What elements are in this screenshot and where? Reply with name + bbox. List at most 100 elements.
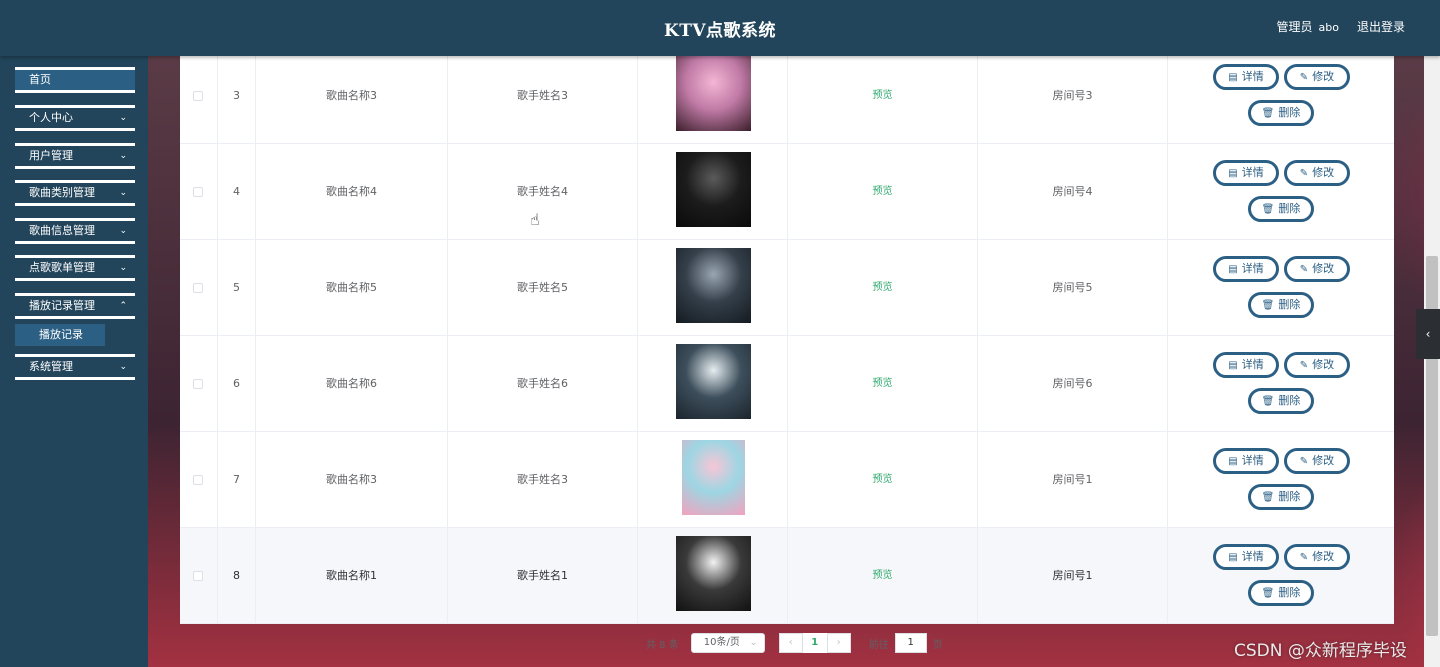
song-name: 歌曲名称1 (326, 569, 377, 582)
room-number: 房间号1 (1052, 569, 1093, 582)
sidebar-item-song-categories[interactable]: 歌曲类别管理 ⌄ (15, 180, 135, 206)
trash-icon: 🗑 (1261, 204, 1275, 215)
chevron-left-icon: ‹ (1425, 327, 1431, 341)
detail-button[interactable]: ▤ 详情 (1213, 160, 1279, 186)
preview-link[interactable]: 预览 (788, 378, 977, 390)
table-row: 3 歌曲名称3 歌手姓名3 预览 房间号3 ▤ 详情 ✎ 修改 🗑 删除 (180, 48, 1394, 144)
row-index: 5 (233, 281, 240, 294)
detail-button[interactable]: ▤ 详情 (1213, 352, 1279, 378)
edit-button[interactable]: ✎ 修改 (1284, 544, 1350, 570)
sidebar-item-label: 用户管理 (29, 149, 73, 162)
logout-link[interactable]: 退出登录 (1357, 18, 1405, 35)
sidebar-item-system[interactable]: 系统管理 ⌄ (15, 354, 135, 380)
row-checkbox[interactable] (193, 187, 203, 197)
table-row: 8 歌曲名称1 歌手姓名1 预览 房间号1 ▤ 详情 ✎ 修改 🗑 删除 (180, 528, 1394, 624)
trash-icon: 🗑 (1261, 588, 1275, 599)
goto-page-input[interactable]: 1 (894, 633, 927, 653)
delete-button[interactable]: 🗑 删除 (1248, 100, 1314, 126)
edit-button[interactable]: ✎ 修改 (1284, 64, 1350, 90)
goto-label: 前往 (868, 639, 889, 651)
delete-button[interactable]: 🗑 删除 (1248, 388, 1314, 414)
singer-name: 歌手姓名3 (517, 89, 568, 102)
sidebar-item-playlists[interactable]: 点歌歌单管理 ⌄ (15, 255, 135, 281)
sidebar-item-label: 点歌歌单管理 (29, 261, 95, 274)
submenu-play-records[interactable]: 播放记录 (15, 324, 105, 346)
song-name: 歌曲名称4 (326, 185, 377, 198)
preview-link[interactable]: 预览 (788, 186, 977, 198)
preview-link[interactable]: 预览 (788, 282, 977, 294)
sidebar: 首页 个人中心 ⌄ 用户管理 ⌄ 歌曲类别管理 ⌄ 歌曲信息管理 ⌄ 点歌歌单管理 ⌄ 播… (0, 56, 148, 667)
edit-button[interactable]: ✎ 修改 (1284, 352, 1350, 378)
admin-label: 管理员 abo (1276, 20, 1339, 34)
sidebar-item-label: 歌曲类别管理 (29, 186, 95, 199)
sidebar-item-label: 首页 (29, 73, 51, 86)
sidebar-item-users[interactable]: 用户管理 ⌄ (15, 143, 135, 169)
singer-name: 歌手姓名5 (517, 281, 568, 294)
pencil-icon: ✎ (1299, 552, 1309, 563)
detail-button[interactable]: ▤ 详情 (1213, 256, 1279, 282)
document-icon: ▤ (1228, 72, 1238, 83)
detail-button[interactable]: ▤ 详情 (1213, 64, 1279, 90)
row-checkbox[interactable] (193, 379, 203, 389)
pencil-icon: ✎ (1299, 456, 1309, 467)
singer-name: 歌手姓名1 (517, 569, 568, 582)
table-row: 6 歌曲名称6 歌手姓名6 预览 房间号6 ▤ 详情 ✎ 修改 🗑 删除 (180, 336, 1394, 432)
pencil-icon: ✎ (1299, 168, 1309, 179)
room-number: 房间号1 (1052, 473, 1093, 486)
trash-icon: 🗑 (1261, 492, 1275, 503)
header-user-area: 管理员 abo 退出登录 (1277, 18, 1405, 35)
singer-name: 歌手姓名4 (517, 185, 568, 198)
delete-button[interactable]: 🗑 删除 (1248, 292, 1314, 318)
trash-icon: 🗑 (1261, 108, 1275, 119)
prev-page-button[interactable]: ‹ (778, 633, 803, 653)
song-name: 歌曲名称3 (326, 89, 377, 102)
delete-button[interactable]: 🗑 删除 (1248, 484, 1314, 510)
chevron-down-icon: ⌄ (119, 151, 127, 161)
song-cover-image (682, 440, 745, 515)
row-index: 6 (233, 377, 240, 390)
sidebar-item-play-records[interactable]: 播放记录管理 ⌃ (15, 293, 135, 319)
chevron-up-icon: ⌃ (119, 301, 127, 311)
sidebar-item-home[interactable]: 首页 (15, 67, 135, 93)
current-page-number[interactable]: 1 (802, 633, 827, 653)
preview-link[interactable]: 预览 (788, 570, 977, 582)
pencil-icon: ✎ (1299, 360, 1309, 371)
preview-link[interactable]: 预览 (788, 90, 977, 102)
song-cover-image (676, 536, 751, 611)
delete-button[interactable]: 🗑 删除 (1248, 580, 1314, 606)
watermark: CSDN @众新程序毕设 (1234, 641, 1407, 661)
collapse-panel-button[interactable]: ‹ (1416, 309, 1440, 359)
edit-button[interactable]: ✎ 修改 (1284, 448, 1350, 474)
document-icon: ▤ (1228, 552, 1238, 563)
row-index: 3 (233, 89, 240, 102)
edit-button[interactable]: ✎ 修改 (1284, 256, 1350, 282)
chevron-down-icon: ⌄ (119, 226, 127, 236)
row-checkbox[interactable] (193, 475, 203, 485)
song-cover-image (676, 344, 751, 419)
row-index: 8 (233, 569, 240, 582)
singer-name: 歌手姓名3 (517, 473, 568, 486)
delete-button[interactable]: 🗑 删除 (1248, 196, 1314, 222)
song-table: 3 歌曲名称3 歌手姓名3 预览 房间号3 ▤ 详情 ✎ 修改 🗑 删除 4 歌曲名称… (180, 48, 1394, 624)
row-checkbox[interactable] (193, 91, 203, 101)
room-number: 房间号4 (1052, 185, 1093, 198)
detail-button[interactable]: ▤ 详情 (1213, 544, 1279, 570)
page-size-select[interactable]: 10条/页 ⌄ (690, 633, 765, 653)
preview-link[interactable]: 预览 (788, 474, 977, 486)
singer-name: 歌手姓名6 (517, 377, 568, 390)
next-page-button[interactable]: › (826, 633, 851, 653)
table-row: 7 歌曲名称3 歌手姓名3 预览 房间号1 ▤ 详情 ✎ 修改 🗑 删除 (180, 432, 1394, 528)
row-checkbox[interactable] (193, 283, 203, 293)
chevron-down-icon: ⌄ (119, 362, 127, 372)
detail-button[interactable]: ▤ 详情 (1213, 448, 1279, 474)
document-icon: ▤ (1228, 360, 1238, 371)
edit-button[interactable]: ✎ 修改 (1284, 160, 1350, 186)
sidebar-item-profile[interactable]: 个人中心 ⌄ (15, 105, 135, 131)
row-checkbox[interactable] (193, 571, 203, 581)
row-index: 7 (233, 473, 240, 486)
song-cover-image (676, 248, 751, 323)
chevron-down-icon: ⌄ (119, 188, 127, 198)
room-number: 房间号5 (1052, 281, 1093, 294)
sidebar-item-song-info[interactable]: 歌曲信息管理 ⌄ (15, 218, 135, 244)
row-index: 4 (233, 185, 240, 198)
